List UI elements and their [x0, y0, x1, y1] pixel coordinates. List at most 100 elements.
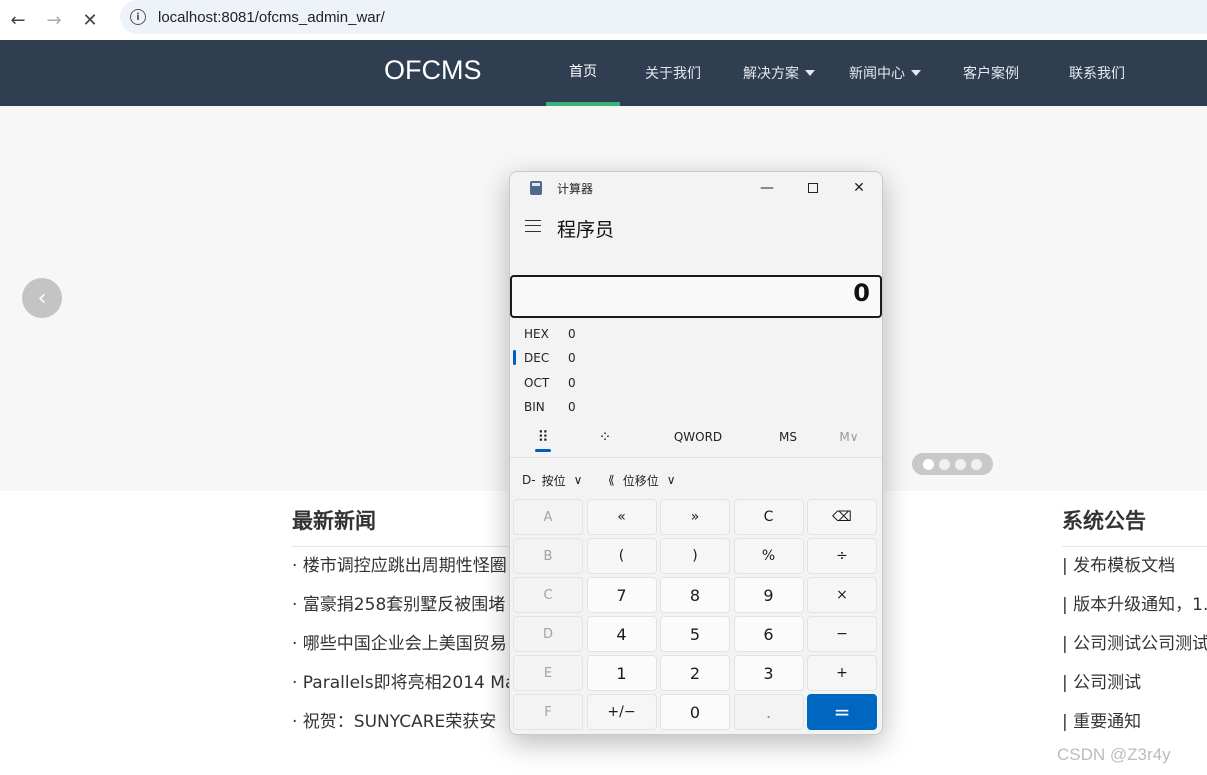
- notice-link[interactable]: | 发布模板文档: [1062, 552, 1207, 591]
- news-heading: 最新新闻: [292, 509, 376, 533]
- calculator-mode-title: 程序员: [557, 219, 615, 241]
- site-header: OFCMS 首页 关于我们 解决方案 新闻中心 客户案例 联系我们: [0, 40, 1207, 106]
- memory-store-button[interactable]: MS: [768, 422, 808, 452]
- nav-solutions[interactable]: 解决方案: [726, 40, 832, 106]
- url-text[interactable]: localhost:8081/ofcms_admin_war/: [158, 9, 385, 26]
- notice-link[interactable]: | 重要通知: [1062, 708, 1207, 747]
- key-open-paren[interactable]: (: [586, 538, 657, 574]
- key-decimal[interactable]: .: [733, 694, 804, 730]
- nav-cases[interactable]: 客户案例: [938, 40, 1044, 106]
- back-icon[interactable]: ←: [0, 4, 36, 36]
- notice-link[interactable]: | 公司测试公司测试: [1062, 630, 1207, 669]
- notice-heading: 系统公告: [1062, 509, 1146, 533]
- bitwise-dropdown[interactable]: D- 按位 ∨: [522, 466, 582, 494]
- news-list: · 楼市调控应跳出周期性怪圈 · 富豪捐258套别墅反被围堵 · 哪些中国企业会…: [292, 552, 512, 747]
- minimize-button[interactable]: —: [744, 176, 790, 200]
- carousel-prev-button[interactable]: ‹: [22, 278, 62, 318]
- key-8[interactable]: 8: [660, 577, 730, 613]
- logic-gate-icon: D-: [522, 473, 536, 487]
- radix-value: 0: [568, 376, 576, 390]
- carousel-dot[interactable]: [939, 458, 950, 470]
- main-nav: 首页 关于我们 解决方案 新闻中心 客户案例 联系我们: [546, 40, 1150, 106]
- key-shift-right[interactable]: »: [660, 499, 730, 535]
- key-3[interactable]: 3: [733, 655, 804, 691]
- maximize-button[interactable]: [790, 176, 836, 200]
- calculator-toolbar: ⠿ ⁘ QWORD MS M∨: [510, 422, 882, 458]
- close-button[interactable]: ✕: [836, 176, 882, 200]
- radix-oct-row[interactable]: OCT 0: [510, 371, 882, 395]
- key-shift-left[interactable]: «: [586, 499, 657, 535]
- site-info-icon[interactable]: i: [130, 9, 146, 25]
- radix-bin-row[interactable]: BIN 0: [510, 395, 882, 419]
- nav-news[interactable]: 新闻中心: [832, 40, 938, 106]
- keypad: A « » C ⌫ B ( ) % ÷ C 7 8 9 × D 4 5 6 − …: [513, 499, 880, 730]
- chevron-down-icon: ∨: [666, 473, 676, 487]
- chevron-down-icon: [911, 70, 921, 76]
- address-bar[interactable]: i localhost:8081/ofcms_admin_war/: [120, 0, 1207, 34]
- carousel-dot[interactable]: [923, 458, 934, 470]
- radix-hex-row[interactable]: HEX 0: [510, 322, 882, 346]
- forward-icon[interactable]: →: [36, 4, 72, 36]
- news-link[interactable]: · 楼市调控应跳出周期性怪圈: [292, 552, 512, 591]
- calculator-titlebar[interactable]: 计算器 — ✕: [510, 172, 882, 204]
- stop-loading-icon[interactable]: ✕: [72, 4, 108, 36]
- notice-link[interactable]: | 版本升级通知，1.: [1062, 591, 1207, 630]
- key-4[interactable]: 4: [586, 616, 657, 652]
- key-multiply[interactable]: ×: [807, 577, 877, 613]
- chevron-down-icon: [805, 70, 815, 76]
- carousel-indicators: [912, 453, 993, 475]
- key-9[interactable]: 9: [733, 577, 804, 613]
- key-subtract[interactable]: −: [807, 616, 877, 652]
- notice-link[interactable]: | 公司测试: [1062, 669, 1207, 708]
- key-hex-b[interactable]: B: [513, 538, 583, 574]
- site-logo[interactable]: OFCMS: [384, 55, 482, 86]
- calculator-display: 0: [510, 275, 882, 318]
- radix-label: HEX: [524, 327, 549, 341]
- news-link[interactable]: · 富豪捐258套别墅反被围堵: [292, 591, 512, 630]
- radix-value: 0: [568, 400, 576, 414]
- hamburger-menu-icon[interactable]: [525, 220, 541, 232]
- carousel-dot[interactable]: [971, 458, 982, 470]
- key-6[interactable]: 6: [733, 616, 804, 652]
- radix-dec-row[interactable]: DEC 0: [510, 346, 882, 370]
- news-link[interactable]: · Parallels即将亮相2014 Ma: [292, 669, 512, 708]
- chevron-down-icon: ∨: [573, 473, 583, 487]
- key-clear[interactable]: C: [733, 499, 804, 535]
- carousel-dot[interactable]: [955, 458, 966, 470]
- key-hex-c[interactable]: C: [513, 577, 583, 613]
- memory-list-button[interactable]: M∨: [830, 422, 868, 452]
- radix-value: 0: [568, 327, 576, 341]
- keypad-icon[interactable]: ⠿: [530, 422, 556, 452]
- bit-operations-row: D- 按位 ∨ ⟪ 位移位 ∨: [510, 466, 882, 494]
- key-hex-f[interactable]: F: [513, 694, 583, 730]
- key-1[interactable]: 1: [586, 655, 657, 691]
- key-hex-e[interactable]: E: [513, 655, 583, 691]
- nav-contact[interactable]: 联系我们: [1044, 40, 1150, 106]
- radix-label: DEC: [524, 351, 550, 365]
- notice-list: | 发布模板文档 | 版本升级通知，1. | 公司测试公司测试 | 公司测试 |…: [1062, 552, 1207, 747]
- bitshift-dropdown[interactable]: ⟪ 位移位 ∨: [608, 466, 676, 494]
- key-5[interactable]: 5: [660, 616, 730, 652]
- key-equals[interactable]: =: [807, 694, 877, 730]
- calculator-window: 计算器 — ✕ 程序员 0 HEX 0 DEC 0 OCT 0 BIN 0 ⠿ …: [509, 171, 883, 735]
- key-negate[interactable]: +/−: [586, 694, 657, 730]
- nav-home[interactable]: 首页: [546, 40, 620, 106]
- key-hex-a[interactable]: A: [513, 499, 583, 535]
- key-7[interactable]: 7: [586, 577, 657, 613]
- key-divide[interactable]: ÷: [807, 538, 877, 574]
- bit-toggle-icon[interactable]: ⁘: [592, 422, 618, 452]
- key-0[interactable]: 0: [660, 694, 730, 730]
- browser-toolbar: ← → ✕ i localhost:8081/ofcms_admin_war/: [0, 0, 1207, 40]
- radix-value: 0: [568, 351, 576, 365]
- word-size-button[interactable]: QWORD: [660, 422, 736, 452]
- news-link[interactable]: · 祝贺：SUNYCARE荣获安: [292, 708, 512, 747]
- key-2[interactable]: 2: [660, 655, 730, 691]
- backspace-icon[interactable]: ⌫: [807, 499, 877, 535]
- key-add[interactable]: +: [807, 655, 877, 691]
- news-link[interactable]: · 哪些中国企业会上美国贸易: [292, 630, 512, 669]
- key-close-paren[interactable]: ): [660, 538, 730, 574]
- key-percent[interactable]: %: [733, 538, 804, 574]
- divider: [1062, 546, 1207, 547]
- nav-about[interactable]: 关于我们: [620, 40, 726, 106]
- key-hex-d[interactable]: D: [513, 616, 583, 652]
